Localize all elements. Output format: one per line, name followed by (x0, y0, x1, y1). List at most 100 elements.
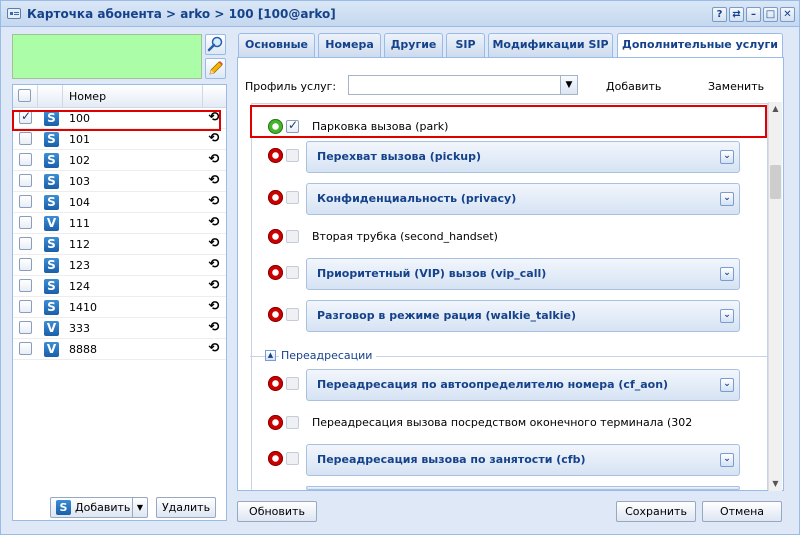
service-panel[interactable]: Переадресация по автоопределителю номера… (306, 369, 740, 401)
refresh-window-button[interactable]: ⇄ (729, 7, 744, 22)
table-row[interactable]: S 1410 ⟲ (13, 297, 226, 318)
table-row[interactable]: S 102 ⟲ (13, 150, 226, 171)
row-checkbox[interactable] (19, 153, 32, 166)
power-icon[interactable] (268, 307, 283, 322)
row-checkbox[interactable] (19, 237, 32, 250)
service-profile-select[interactable]: ▼ (348, 75, 578, 95)
reset-icon[interactable]: ⟲ (207, 237, 221, 251)
reset-icon[interactable]: ⟲ (207, 279, 221, 293)
service-panel[interactable]: Переадресация вызова по занятости (cfb) ⌄ (306, 444, 740, 476)
row-checkbox[interactable] (19, 279, 32, 292)
tab-additional-services[interactable]: Дополнительные услуги (617, 33, 783, 58)
reset-icon[interactable]: ⟲ (207, 195, 221, 209)
edit-button[interactable] (205, 58, 226, 79)
expand-icon[interactable]: ⌄ (720, 150, 734, 164)
magnifier-icon (207, 36, 223, 52)
window-title: Карточка абонента > arko > 100 [100@arko… (27, 7, 336, 21)
service-profile-label: Профиль услуг: (245, 80, 337, 93)
maximize-button[interactable]: □ (763, 7, 778, 22)
row-number: 111 (69, 217, 90, 230)
row-checkbox[interactable] (19, 132, 32, 145)
reset-icon[interactable]: ⟲ (207, 258, 221, 272)
services-scrollbar[interactable]: ▲ ▼ (768, 102, 782, 491)
row-checkbox[interactable] (19, 300, 32, 313)
table-row[interactable]: S 123 ⟲ (13, 255, 226, 276)
service-checkbox[interactable] (286, 452, 299, 465)
expand-icon[interactable]: ⌄ (720, 192, 734, 206)
power-icon[interactable] (268, 451, 283, 466)
service-panel[interactable]: Конфиденциальность (privacy) ⌄ (306, 183, 740, 215)
service-panel[interactable]: Перехват вызова (pickup) ⌄ (306, 141, 740, 173)
power-icon[interactable] (268, 229, 283, 244)
search-button[interactable] (205, 34, 226, 55)
close-button[interactable]: ✕ (780, 7, 795, 22)
service-checkbox[interactable] (286, 191, 299, 204)
profile-add-button[interactable]: Добавить (606, 80, 661, 93)
row-checkbox[interactable] (19, 216, 32, 229)
expand-icon[interactable]: ⌄ (720, 378, 734, 392)
row-checkbox[interactable] (19, 342, 32, 355)
row-checkbox[interactable] (19, 174, 32, 187)
tab-numbers[interactable]: Номера (318, 33, 381, 57)
scroll-up-icon[interactable]: ▲ (769, 102, 782, 116)
table-row[interactable]: S 112 ⟲ (13, 234, 226, 255)
service-checkbox[interactable] (286, 149, 299, 162)
profile-replace-button[interactable]: Заменить (708, 80, 764, 93)
service-checkbox[interactable] (286, 266, 299, 279)
power-icon[interactable] (268, 190, 283, 205)
table-row[interactable]: S 124 ⟲ (13, 276, 226, 297)
numbers-grid: Номер S100⟲S101⟲S102⟲S103⟲S104⟲V111⟲S112… (12, 84, 227, 521)
service-checkbox[interactable] (286, 377, 299, 390)
power-icon[interactable] (268, 148, 283, 163)
expand-icon[interactable]: ⌄ (720, 453, 734, 467)
column-header-number[interactable]: Номер (63, 85, 203, 107)
refresh-button[interactable]: Обновить (237, 501, 317, 522)
minimize-button[interactable]: – (746, 7, 761, 22)
select-all-checkbox[interactable] (18, 89, 31, 102)
reset-icon[interactable]: ⟲ (207, 132, 221, 146)
service-panel[interactable]: Приоритетный (VIP) вызов (vip_call) ⌄ (306, 258, 740, 290)
add-button[interactable]: S Добавить ▼ (50, 497, 148, 518)
scroll-thumb[interactable] (770, 165, 781, 199)
reset-icon[interactable]: ⟲ (207, 153, 221, 167)
table-row[interactable]: S 101 ⟲ (13, 129, 226, 150)
reset-icon[interactable]: ⟲ (207, 174, 221, 188)
sip-type-icon: S (44, 237, 59, 252)
service-checkbox[interactable] (286, 308, 299, 321)
scroll-down-icon[interactable]: ▼ (769, 477, 782, 491)
tab-sip-modifications[interactable]: Модификации SIP (488, 33, 613, 57)
expand-icon[interactable]: ⌄ (720, 309, 734, 323)
row-checkbox[interactable] (19, 321, 32, 334)
service-checkbox[interactable] (286, 230, 299, 243)
tab-basic[interactable]: Основные (238, 33, 315, 57)
table-row[interactable]: S 104 ⟲ (13, 192, 226, 213)
reset-icon[interactable]: ⟲ (207, 216, 221, 230)
tab-sip[interactable]: SIP (446, 33, 485, 57)
service-checkbox[interactable] (286, 416, 299, 429)
tab-other[interactable]: Другие (384, 33, 443, 57)
power-icon[interactable] (268, 376, 283, 391)
service-label: Разговор в режиме рация (walkie_talkie) (317, 309, 576, 322)
service-panel[interactable]: Разговор в режиме рация (walkie_talkie) ⌄ (306, 300, 740, 332)
add-dropdown-arrow-icon[interactable]: ▼ (132, 498, 147, 517)
table-row[interactable]: V 333 ⟲ (13, 318, 226, 339)
power-icon[interactable] (268, 415, 283, 430)
delete-button[interactable]: Удалить (156, 497, 216, 518)
expand-icon[interactable]: ⌄ (720, 267, 734, 281)
reset-icon[interactable]: ⟲ (207, 321, 221, 335)
reset-icon[interactable]: ⟲ (207, 342, 221, 356)
row-checkbox[interactable] (19, 195, 32, 208)
help-button[interactable]: ? (712, 7, 727, 22)
power-icon[interactable] (268, 265, 283, 280)
row-number: 123 (69, 259, 90, 272)
collapse-arrow-icon[interactable]: ▲ (265, 350, 276, 361)
reset-icon[interactable]: ⟲ (207, 300, 221, 314)
row-number: 103 (69, 175, 90, 188)
chevron-down-icon[interactable]: ▼ (560, 76, 577, 94)
cancel-button[interactable]: Отмена (702, 501, 782, 522)
row-checkbox[interactable] (19, 258, 32, 271)
table-row[interactable]: V 8888 ⟲ (13, 339, 226, 360)
table-row[interactable]: S 103 ⟲ (13, 171, 226, 192)
table-row[interactable]: V 111 ⟲ (13, 213, 226, 234)
save-button[interactable]: Сохранить (616, 501, 696, 522)
